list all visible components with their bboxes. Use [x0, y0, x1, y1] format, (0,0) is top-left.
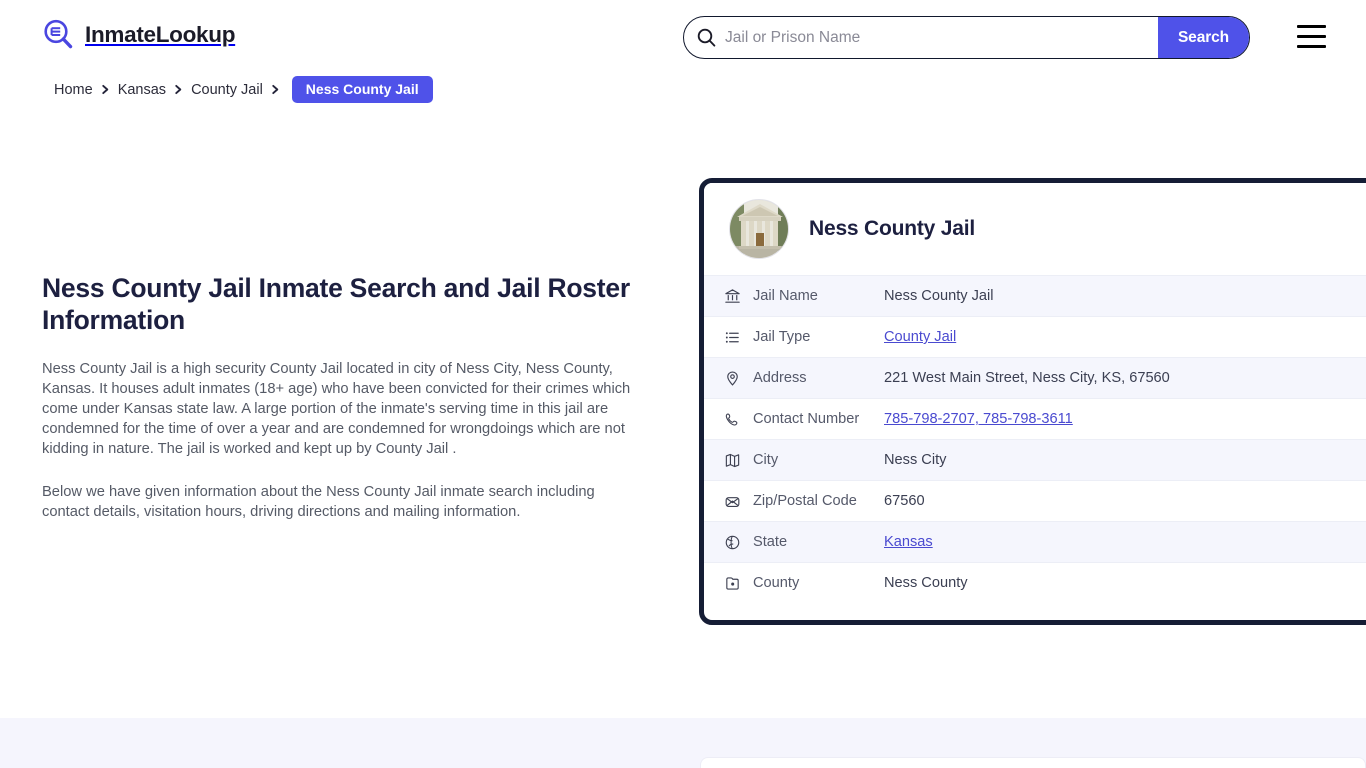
search-input[interactable] — [716, 17, 1158, 58]
row-label: Zip/Postal Code — [753, 493, 857, 509]
envelope-icon — [722, 491, 742, 511]
hamburger-menu-icon[interactable] — [1297, 25, 1326, 48]
row-label: City — [753, 452, 779, 468]
phone-icon — [722, 409, 742, 429]
row-value: 785-798-2707, 785-798-3611 — [884, 411, 1073, 427]
jail-info-card-header: Ness County Jail — [704, 183, 1366, 275]
site-logo-text: InmateLookup — [85, 21, 236, 47]
chevron-right-icon — [271, 84, 280, 95]
table-row: Address 221 West Main Street, Ness City,… — [704, 357, 1366, 398]
page-root: InmateLookup Search Home Kansas — [0, 0, 1366, 768]
breadcrumb-item-home[interactable]: Home — [52, 82, 95, 98]
chevron-right-icon — [174, 84, 183, 95]
row-label: State — [753, 534, 788, 550]
search-button[interactable]: Search — [1158, 17, 1249, 58]
site-header: InmateLookup Search — [0, 0, 1366, 74]
table-row: City Ness City — [704, 439, 1366, 480]
hamburger-bar — [1297, 35, 1326, 38]
row-label: Contact Number — [753, 411, 860, 427]
intro-paragraph: Ness County Jail is a high security Coun… — [42, 360, 631, 458]
search-icon — [697, 28, 716, 47]
table-row: Zip/Postal Code 67560 — [704, 480, 1366, 521]
jail-info-card: Ness County Jail Jail Name Ness County J… — [699, 178, 1366, 625]
courthouse-photo — [729, 199, 789, 259]
table-row: County Ness County — [704, 562, 1366, 603]
state-link[interactable]: Kansas — [884, 534, 933, 550]
row-label: Address — [753, 370, 807, 386]
county-icon — [722, 573, 742, 593]
table-row: Contact Number 785-798-2707, 785-798-361… — [704, 398, 1366, 439]
row-label: Jail Name — [753, 288, 818, 304]
row-label: Jail Type — [753, 329, 811, 345]
row-value: 221 West Main Street, Ness City, KS, 675… — [884, 370, 1170, 386]
row-value: Ness County — [884, 575, 968, 591]
table-row: Jail Type County Jail — [704, 316, 1366, 357]
site-logo[interactable]: InmateLookup — [42, 18, 235, 52]
breadcrumb-item-county-jail[interactable]: County Jail — [189, 82, 265, 98]
contact-number-link[interactable]: 785-798-2707, 785-798-3611 — [884, 411, 1073, 427]
row-value: Kansas — [884, 534, 933, 550]
secondary-paragraph: Below we have given information about th… — [42, 483, 595, 520]
list-icon — [722, 327, 742, 347]
jail-type-link[interactable]: County Jail — [884, 329, 956, 345]
table-row: State Kansas — [704, 521, 1366, 562]
row-value: Ness County Jail — [884, 288, 994, 304]
jail-info-card-title: Ness County Jail — [809, 217, 976, 240]
table-row: Jail Name Ness County Jail — [704, 275, 1366, 316]
main-content: Ness County Jail Inmate Search and Jail … — [42, 272, 642, 522]
bottom-panel — [700, 757, 1366, 768]
hamburger-bar — [1297, 45, 1326, 48]
globe-icon — [722, 532, 742, 552]
search-bar: Search — [683, 16, 1250, 59]
breadcrumb-item-current: Ness County Jail — [291, 76, 433, 103]
bank-icon — [722, 286, 742, 306]
breadcrumb: Home Kansas County Jail Ness County Jail — [52, 76, 433, 103]
magnifier-list-icon — [42, 18, 76, 52]
chevron-right-icon — [101, 84, 110, 95]
breadcrumb-item-kansas[interactable]: Kansas — [116, 82, 168, 98]
map-pin-icon — [722, 368, 742, 388]
row-label: County — [753, 575, 800, 591]
row-value: 67560 — [884, 493, 925, 509]
hamburger-bar — [1297, 25, 1326, 28]
page-title: Ness County Jail Inmate Search and Jail … — [42, 273, 630, 336]
row-value: County Jail — [884, 329, 956, 345]
map-icon — [722, 450, 742, 470]
row-value: Ness City — [884, 452, 947, 468]
